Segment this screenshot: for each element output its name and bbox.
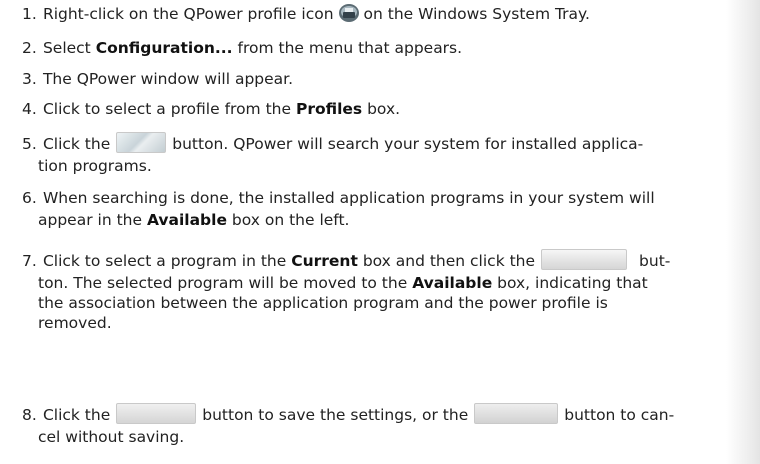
step-1: 1. Right-click on the QPower profile ico… — [22, 3, 590, 23]
step-8: 8. Click the button to save the settings,… — [22, 403, 748, 447]
step-7: 7. Click to select a program in the Curr… — [22, 249, 748, 333]
step-2: 2. Select Configuration... from the menu… — [22, 39, 463, 57]
current-box-label: Current — [291, 252, 358, 270]
search-button-icon — [116, 132, 167, 153]
step-6: 6. When searching is done, the installed… — [22, 189, 655, 229]
qpower-tray-icon — [338, 3, 360, 23]
step-3: 3. The QPower window will appear. — [22, 70, 294, 88]
available-box-label: Available — [146, 211, 227, 229]
ok-button-icon — [116, 403, 197, 424]
profiles-box-label: Profiles — [295, 100, 363, 118]
remove-button-icon — [541, 249, 628, 270]
available-box-label: Available — [412, 274, 493, 292]
cancel-button-icon — [474, 403, 559, 424]
menu-item-configuration: Configuration... — [95, 39, 233, 57]
step-4: 4. Click to select a profile from the Pr… — [22, 100, 401, 118]
step-5: 5. Click the button. QPower will search y… — [22, 132, 748, 176]
